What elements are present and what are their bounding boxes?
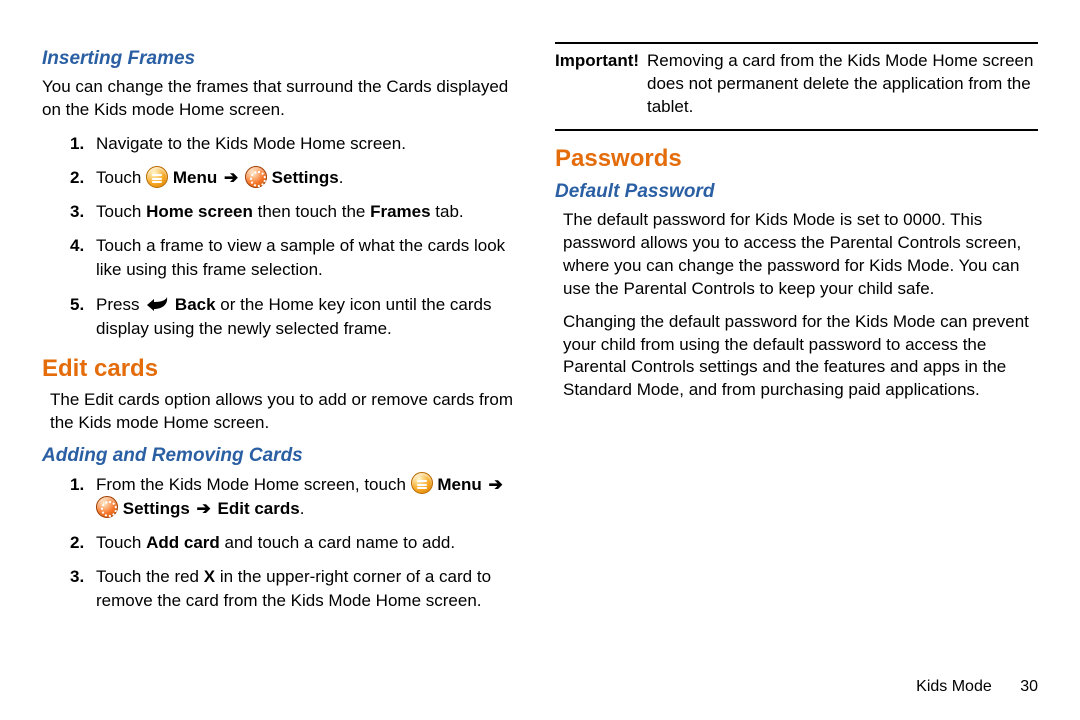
- step-number: 2.: [70, 531, 84, 555]
- step-text: Touch a frame to view a sample of what t…: [96, 236, 505, 279]
- list-item: 3. Touch Home screen then touch the Fram…: [42, 200, 525, 224]
- bold-text: Edit cards: [218, 499, 300, 518]
- page-number: 30: [1020, 678, 1038, 695]
- list-item: 3. Touch the red X in the upper-right co…: [42, 565, 525, 613]
- subheading-inserting-frames: Inserting Frames: [42, 48, 525, 70]
- list-item: 1. Navigate to the Kids Mode Home screen…: [42, 132, 525, 156]
- step-number: 1.: [70, 132, 84, 156]
- footer-section: Kids Mode: [916, 678, 992, 695]
- arrow-icon: ➔: [486, 475, 504, 494]
- step-text-fragment: Touch: [96, 533, 146, 552]
- paragraph: The default password for Kids Mode is se…: [563, 209, 1038, 301]
- bold-text: Frames: [370, 202, 430, 221]
- step-text-fragment: From the Kids Mode Home screen, touch: [96, 475, 411, 494]
- menu-icon: [146, 166, 168, 188]
- list-item: 1. From the Kids Mode Home screen, touch…: [42, 473, 525, 521]
- step-text-fragment: Press: [96, 295, 144, 314]
- arrow-icon: ➔: [195, 499, 213, 518]
- left-column: Inserting Frames You can change the fram…: [42, 40, 525, 623]
- document-page: Inserting Frames You can change the fram…: [0, 0, 1080, 623]
- note-body: Important! Removing a card from the Kids…: [555, 50, 1038, 119]
- page-footer: Kids Mode 30: [916, 678, 1038, 696]
- ordered-list-cards: 1. From the Kids Mode Home screen, touch…: [42, 473, 525, 614]
- paragraph: You can change the frames that surround …: [42, 76, 525, 122]
- paragraph: Changing the default password for the Ki…: [563, 311, 1038, 403]
- arrow-icon: ➔: [222, 168, 240, 187]
- step-text-fragment: Touch: [96, 202, 146, 221]
- list-item: 2. Touch Add card and touch a card name …: [42, 531, 525, 555]
- settings-icon: [245, 166, 267, 188]
- subheading-adding-removing: Adding and Removing Cards: [42, 445, 525, 467]
- step-text-fragment: Touch: [96, 168, 146, 187]
- step-text: Navigate to the Kids Mode Home screen.: [96, 134, 406, 153]
- list-item: 2. Touch Menu ➔ Settings.: [42, 166, 525, 190]
- step-text-fragment: and touch a card name to add.: [220, 533, 455, 552]
- step-number: 1.: [70, 473, 84, 497]
- step-text-fragment: tab.: [431, 202, 464, 221]
- bold-text: Menu: [173, 168, 222, 187]
- note-content: Removing a card from the Kids Mode Home …: [647, 51, 1033, 116]
- settings-icon: [96, 496, 118, 518]
- step-number: 2.: [70, 166, 84, 190]
- step-text-fragment: .: [300, 499, 305, 518]
- right-column: Important! Removing a card from the Kids…: [555, 40, 1038, 623]
- note-lead: Important!: [555, 50, 639, 73]
- step-text-fragment: .: [339, 168, 344, 187]
- step-number: 4.: [70, 234, 84, 258]
- step-number: 3.: [70, 565, 84, 589]
- step-number: 5.: [70, 293, 84, 317]
- bold-text: Settings: [272, 168, 339, 187]
- paragraph: The Edit cards option allows you to add …: [50, 389, 525, 435]
- step-text-fragment: Touch the red: [96, 567, 204, 586]
- bold-text: Settings: [123, 499, 195, 518]
- important-note: Important! Removing a card from the Kids…: [555, 42, 1038, 131]
- subheading-default-password: Default Password: [555, 181, 1038, 203]
- bold-text: Menu: [437, 475, 486, 494]
- bold-text: Add card: [146, 533, 220, 552]
- menu-icon: [411, 472, 433, 494]
- bold-text: Home screen: [146, 202, 253, 221]
- bold-text: X: [204, 567, 215, 586]
- list-item: 5. Press Back or the Home key icon until…: [42, 293, 525, 341]
- heading-passwords: Passwords: [555, 145, 1038, 173]
- step-text-fragment: then touch the: [253, 202, 370, 221]
- bold-text: Back: [175, 295, 216, 314]
- ordered-list-frames: 1. Navigate to the Kids Mode Home screen…: [42, 132, 525, 341]
- list-item: 4. Touch a frame to view a sample of wha…: [42, 234, 525, 282]
- heading-edit-cards: Edit cards: [42, 355, 525, 383]
- back-icon: [144, 295, 170, 311]
- step-number: 3.: [70, 200, 84, 224]
